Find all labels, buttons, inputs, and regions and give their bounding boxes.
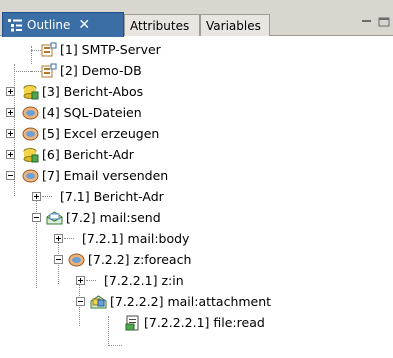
tree-item-label: [7.2.2.2] mail:attachment	[110, 294, 272, 309]
tab-outline[interactable]: Outline ✕	[2, 12, 124, 37]
tree-item[interactable]: [7] Email versenden	[0, 166, 393, 186]
expand-icon[interactable]	[6, 129, 15, 138]
expand-icon[interactable]	[32, 192, 41, 201]
expand-icon[interactable]	[6, 87, 15, 96]
collapse-icon[interactable]	[32, 213, 41, 222]
tree-item-label: [7.2.1] mail:body	[82, 231, 190, 246]
tree-item-label: [7.2] mail:send	[66, 210, 161, 225]
expand-icon[interactable]	[6, 108, 15, 117]
tree-item[interactable]: [7.2.2.2] mail:attachment	[0, 292, 393, 312]
report-icon	[22, 147, 39, 163]
outline-view: Outline ✕ Attributes Variables [1] SMTP-…	[0, 0, 393, 358]
tree-item-label: [1] SMTP-Server	[60, 42, 161, 57]
collapse-icon[interactable]	[54, 255, 63, 264]
sql-icon	[68, 252, 85, 268]
tree-item-label: [7.2.2.2.1] file:read	[144, 315, 265, 330]
tree-item[interactable]: [6] Bericht-Adr	[0, 145, 393, 165]
server-icon	[40, 42, 57, 58]
outline-icon	[7, 18, 23, 32]
tree-item[interactable]: [7.1] Bericht-Adr	[0, 187, 393, 207]
tree-item-label: [7.2.2.1] z:in	[104, 273, 184, 288]
report-icon	[22, 84, 39, 100]
expand-icon[interactable]	[6, 150, 15, 159]
tree-item-label: [4] SQL-Dateien	[42, 105, 142, 120]
view-tab-bar: Outline ✕ Attributes Variables	[0, 0, 393, 37]
sql-icon	[22, 105, 39, 121]
tree-item-label: [7.1] Bericht-Adr	[60, 189, 164, 204]
outline-tree: [1] SMTP-Server [2] Demo-DB [3] Bericht-…	[0, 40, 393, 358]
tree-item[interactable]: [2] Demo-DB	[0, 61, 393, 81]
tree-item[interactable]: [3] Bericht-Abos	[0, 82, 393, 102]
mail-icon	[46, 210, 63, 226]
tree-item-label: [7.2.2] z:foreach	[88, 252, 192, 267]
tab-outline-label: Outline	[27, 18, 71, 32]
tree-item[interactable]: [7.2.2] z:foreach	[0, 250, 393, 270]
tree-item[interactable]: [5] Excel erzeugen	[0, 124, 393, 144]
tree-item[interactable]: [7.2.1] mail:body	[0, 229, 393, 249]
tree-item-label: [2] Demo-DB	[60, 63, 142, 78]
tree-item-label: [5] Excel erzeugen	[42, 126, 160, 141]
tab-variables[interactable]: Variables	[200, 14, 270, 36]
tab-attributes-label: Attributes	[130, 18, 190, 33]
sql-icon	[22, 168, 39, 184]
expand-icon[interactable]	[54, 234, 63, 243]
tree-item[interactable]: [1] SMTP-Server	[0, 40, 393, 60]
collapse-icon[interactable]	[76, 297, 85, 306]
maximize-icon[interactable]	[378, 16, 390, 27]
sql-icon	[22, 126, 39, 142]
minimize-icon[interactable]	[361, 16, 373, 26]
expand-icon[interactable]	[76, 276, 85, 285]
tree-item-label: [6] Bericht-Adr	[42, 147, 134, 162]
close-icon[interactable]: ✕	[78, 18, 90, 32]
file-icon	[124, 315, 141, 331]
collapse-icon[interactable]	[6, 171, 15, 180]
tree-item[interactable]: [7.2.2.2.1] file:read	[0, 313, 393, 333]
tab-attributes[interactable]: Attributes	[124, 14, 200, 36]
tree-item[interactable]: [7.2] mail:send	[0, 208, 393, 228]
tab-variables-label: Variables	[206, 18, 261, 33]
tree-item-label: [3] Bericht-Abos	[42, 84, 144, 99]
tree-item-label: [7] Email versenden	[42, 168, 169, 183]
tree-item[interactable]: [4] SQL-Dateien	[0, 103, 393, 123]
database-icon	[40, 63, 57, 79]
tree-item[interactable]: [7.2.2.1] z:in	[0, 271, 393, 291]
attachment-icon	[90, 294, 107, 310]
